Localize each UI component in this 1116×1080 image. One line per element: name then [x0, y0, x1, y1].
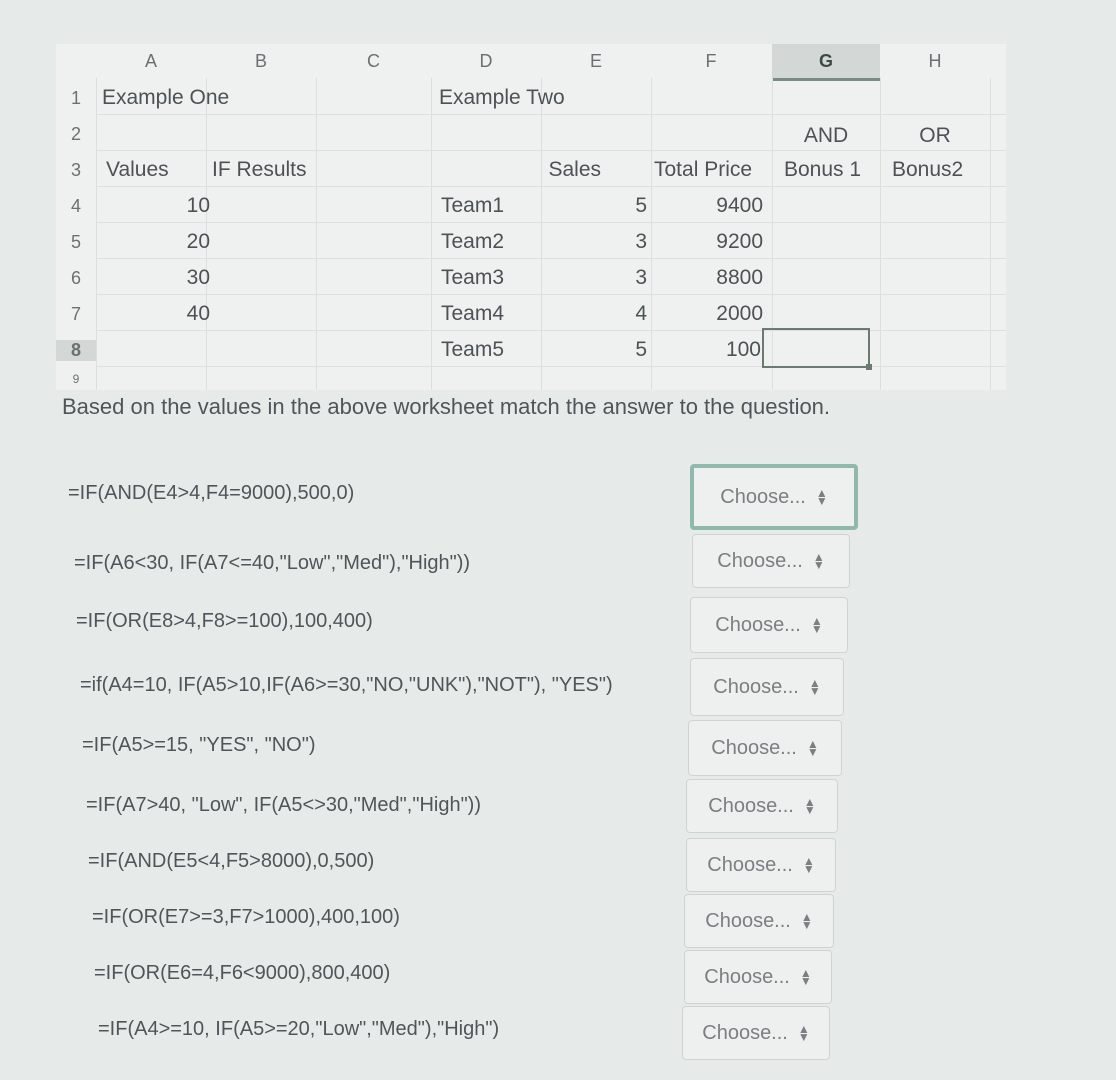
select-arrows-icon: ▲ ▼ [810, 614, 823, 636]
cell-f5[interactable]: 9200 [651, 230, 763, 254]
column-header-f[interactable]: F [651, 44, 771, 78]
select-value: Choose... [713, 675, 799, 698]
select-arrows-icon: ▲ ▼ [808, 676, 821, 698]
row-header-2[interactable]: 2 [56, 124, 96, 145]
question-formula: =IF(A5>=15, "YES", "NO") [82, 734, 316, 756]
answer-select[interactable]: Choose... ▲ ▼ [690, 597, 848, 653]
cell-h2[interactable]: OR [880, 124, 990, 148]
select-arrows-icon: ▲ ▼ [815, 486, 828, 508]
question-formula: =IF(OR(E8>4,F8>=100),100,400) [76, 610, 373, 632]
question-formula: =IF(A4>=10, IF(A5>=20,"Low","Med"),"High… [98, 1018, 500, 1040]
answer-select[interactable]: Choose... ▲ ▼ [684, 894, 834, 948]
select-value: Choose... [717, 549, 803, 572]
row-header-6[interactable]: 6 [56, 268, 96, 289]
column-header-c[interactable]: C [316, 44, 431, 78]
select-value: Choose... [708, 794, 794, 817]
select-arrows-icon: ▲ ▼ [802, 854, 815, 876]
column-header-a[interactable]: A [96, 44, 206, 78]
select-arrows-icon: ▲ ▼ [797, 1022, 810, 1044]
column-header-b[interactable]: B [206, 44, 316, 78]
select-arrows-icon: ▲ ▼ [800, 910, 813, 932]
cell-e5[interactable]: 3 [541, 230, 647, 254]
select-value: Choose... [715, 613, 801, 636]
cell-d5[interactable]: Team2 [441, 230, 504, 254]
select-value: Choose... [711, 736, 797, 759]
cell-f6[interactable]: 8800 [651, 266, 763, 290]
cell-g3[interactable]: Bonus 1 [784, 158, 861, 182]
answer-select[interactable]: Choose... ▲ ▼ [690, 464, 858, 530]
cell-a1[interactable]: Example One [102, 86, 229, 110]
cell-e6[interactable]: 3 [541, 266, 647, 290]
cell-g2[interactable]: AND [772, 124, 880, 148]
spreadsheet: A B C D E F G H 1 2 3 4 5 6 7 8 9 Exampl… [56, 44, 1006, 390]
select-value: Choose... [702, 1021, 788, 1044]
cell-e3[interactable]: Sales [541, 158, 601, 182]
question-formula: =IF(A7>40, "Low", IF(A5<>30,"Med","High"… [86, 794, 481, 816]
cell-b3[interactable]: IF Results [212, 158, 307, 182]
question-formula: =IF(OR(E6=4,F6<9000),800,400) [94, 962, 391, 984]
question-formula: =IF(OR(E7>=3,F7>1000),400,100) [92, 906, 400, 928]
cell-a7[interactable]: 40 [96, 302, 210, 326]
answer-select[interactable]: Choose... ▲ ▼ [692, 534, 850, 588]
select-value: Choose... [720, 485, 806, 508]
active-cell-g8[interactable] [762, 328, 872, 370]
answer-select[interactable]: Choose... ▲ ▼ [690, 658, 844, 716]
question-formula: =IF(A6<30, IF(A7<=40,"Low","Med"),"High"… [74, 552, 471, 574]
answer-select[interactable]: Choose... ▲ ▼ [684, 950, 832, 1004]
instructions: Based on the values in the above workshe… [62, 394, 831, 419]
select-arrows-icon: ▲ ▼ [812, 550, 825, 572]
cell-e4[interactable]: 5 [541, 194, 647, 218]
answer-select[interactable]: Choose... ▲ ▼ [686, 838, 836, 892]
answer-select[interactable]: Choose... ▲ ▼ [688, 720, 842, 776]
question-formula: =IF(AND(E4>4,F4=9000),500,0) [68, 482, 355, 504]
cell-d7[interactable]: Team4 [441, 302, 504, 326]
select-value: Choose... [704, 965, 790, 988]
cell-f7[interactable]: 2000 [651, 302, 763, 326]
cell-f4[interactable]: 9400 [651, 194, 763, 218]
select-arrows-icon: ▲ ▼ [803, 795, 816, 817]
row-header-5[interactable]: 5 [56, 232, 96, 253]
column-header-h[interactable]: H [880, 44, 990, 78]
cell-h3[interactable]: Bonus2 [892, 158, 963, 182]
question-formula: =IF(AND(E5<4,F5>8000),0,500) [88, 850, 375, 872]
row-header-4[interactable]: 4 [56, 196, 96, 217]
cell-a6[interactable]: 30 [96, 266, 210, 290]
cell-d6[interactable]: Team3 [441, 266, 504, 290]
cell-f8[interactable]: 100 [651, 338, 761, 362]
row-header-8[interactable]: 8 [56, 340, 96, 361]
cell-a4[interactable]: 10 [96, 194, 210, 218]
row-header-3[interactable]: 3 [56, 160, 96, 181]
column-header-d[interactable]: D [431, 44, 541, 78]
select-arrows-icon: ▲ ▼ [806, 737, 819, 759]
select-value: Choose... [707, 853, 793, 876]
row-header-1[interactable]: 1 [56, 88, 96, 109]
select-value: Choose... [705, 909, 791, 932]
cell-a3[interactable]: Values [106, 158, 169, 182]
cell-e8[interactable]: 5 [541, 338, 647, 362]
column-header-e[interactable]: E [541, 44, 651, 78]
cell-d1[interactable]: Example Two [439, 86, 565, 110]
answer-select[interactable]: Choose... ▲ ▼ [686, 779, 838, 833]
cell-d4[interactable]: Team1 [441, 194, 504, 218]
cell-d8[interactable]: Team5 [441, 338, 504, 362]
column-header-g[interactable]: G [772, 44, 880, 81]
row-header-7[interactable]: 7 [56, 304, 96, 325]
cell-a5[interactable]: 20 [96, 230, 210, 254]
cell-f3[interactable]: Total Price [654, 158, 752, 182]
cell-e7[interactable]: 4 [541, 302, 647, 326]
question-formula: =if(A4=10, IF(A5>10,IF(A6>=30,"NO,"UNK")… [80, 674, 613, 696]
row-header-9[interactable]: 9 [56, 372, 96, 386]
answer-select[interactable]: Choose... ▲ ▼ [682, 1006, 830, 1060]
select-arrows-icon: ▲ ▼ [799, 966, 812, 988]
